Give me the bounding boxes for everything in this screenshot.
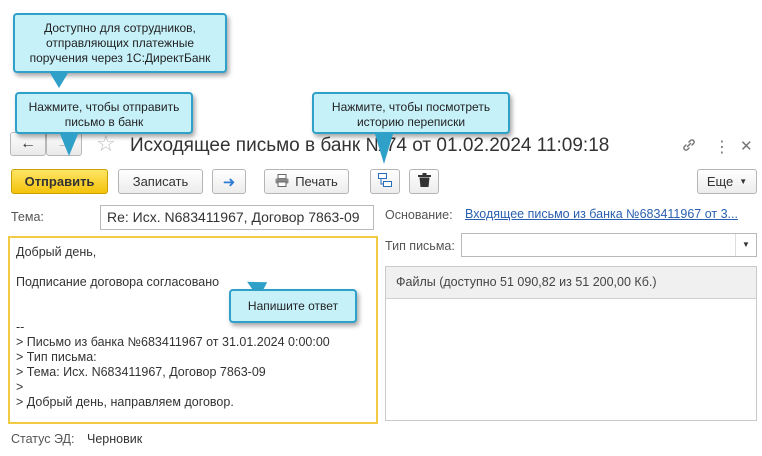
message-body-line <box>16 260 370 275</box>
callout-directbank: Доступно для сотрудников, отправляющих п… <box>13 13 227 73</box>
callout-send: Нажмите, чтобы отправить письмо в банк <box>15 92 193 134</box>
callout-history: Нажмите, чтобы посмотреть историю перепи… <box>312 92 510 134</box>
arrow-left-icon: ← <box>20 135 36 152</box>
delete-button[interactable] <box>409 169 439 194</box>
message-body-line: > Тема: Исх. N683411967, Договор 7863-09 <box>16 365 266 379</box>
printer-icon <box>275 173 289 190</box>
subject-input[interactable]: Re: Исх. N683411967, Договор 7863-09 <box>100 205 374 230</box>
hierarchy-icon <box>377 172 393 191</box>
trash-icon <box>417 173 431 190</box>
message-body-line: Подписание договора согласовано <box>16 275 220 289</box>
page-title: Исходящее письмо в банк №74 от 01.02.202… <box>130 135 610 156</box>
message-body-line: > Письмо из банка №683411967 от 31.01.20… <box>16 335 330 349</box>
message-body-line: Добрый день, <box>16 245 97 259</box>
print-button[interactable]: Печать <box>264 169 349 194</box>
message-body-line: > Добрый день, направляем договор. <box>16 395 234 409</box>
status-label: Статус ЭД: <box>11 432 75 446</box>
history-button[interactable] <box>370 169 400 194</box>
post-button[interactable]: ➜ <box>212 169 246 194</box>
letter-type-label: Тип письма: <box>385 239 455 253</box>
link-icon[interactable] <box>681 137 697 158</box>
more-vertical-icon[interactable]: ⋮ <box>714 137 730 157</box>
basis-label: Основание: <box>385 208 453 222</box>
subject-label: Тема: <box>11 210 44 224</box>
more-label: Еще <box>706 174 734 189</box>
print-label: Печать <box>295 174 338 189</box>
chevron-down-icon[interactable]: ▼ <box>735 234 756 256</box>
arrow-right-icon: ➜ <box>222 173 236 191</box>
files-panel[interactable]: Файлы (доступно 51 090,82 из 51 200,00 К… <box>385 266 757 421</box>
status-value: Черновик <box>87 432 143 446</box>
chevron-down-icon: ▼ <box>739 177 748 186</box>
callout-send-pointer <box>60 134 78 156</box>
back-button[interactable]: ← <box>10 132 46 156</box>
callout-directbank-pointer <box>50 73 68 88</box>
save-button[interactable]: Записать <box>118 169 203 194</box>
star-icon[interactable]: ☆ <box>96 132 116 156</box>
message-body-textarea[interactable]: Добрый день, Подписание договора согласов… <box>8 236 378 424</box>
callout-reply: Напишите ответ <box>229 289 357 323</box>
close-icon[interactable]: ✕ <box>740 137 753 155</box>
basis-link[interactable]: Входящее письмо из банка №683411967 от 3… <box>465 207 738 221</box>
message-body-line: > <box>16 380 24 394</box>
message-body-line: > Тип письма: <box>16 350 97 364</box>
callout-history-pointer <box>375 134 393 164</box>
letter-type-select[interactable]: ▼ <box>461 233 757 257</box>
files-header: Файлы (доступно 51 090,82 из 51 200,00 К… <box>386 267 756 299</box>
more-button[interactable]: Еще ▼ <box>697 169 757 194</box>
message-body-text: Добрый день, Подписание договора согласов… <box>16 245 370 410</box>
send-button[interactable]: Отправить <box>11 169 108 194</box>
